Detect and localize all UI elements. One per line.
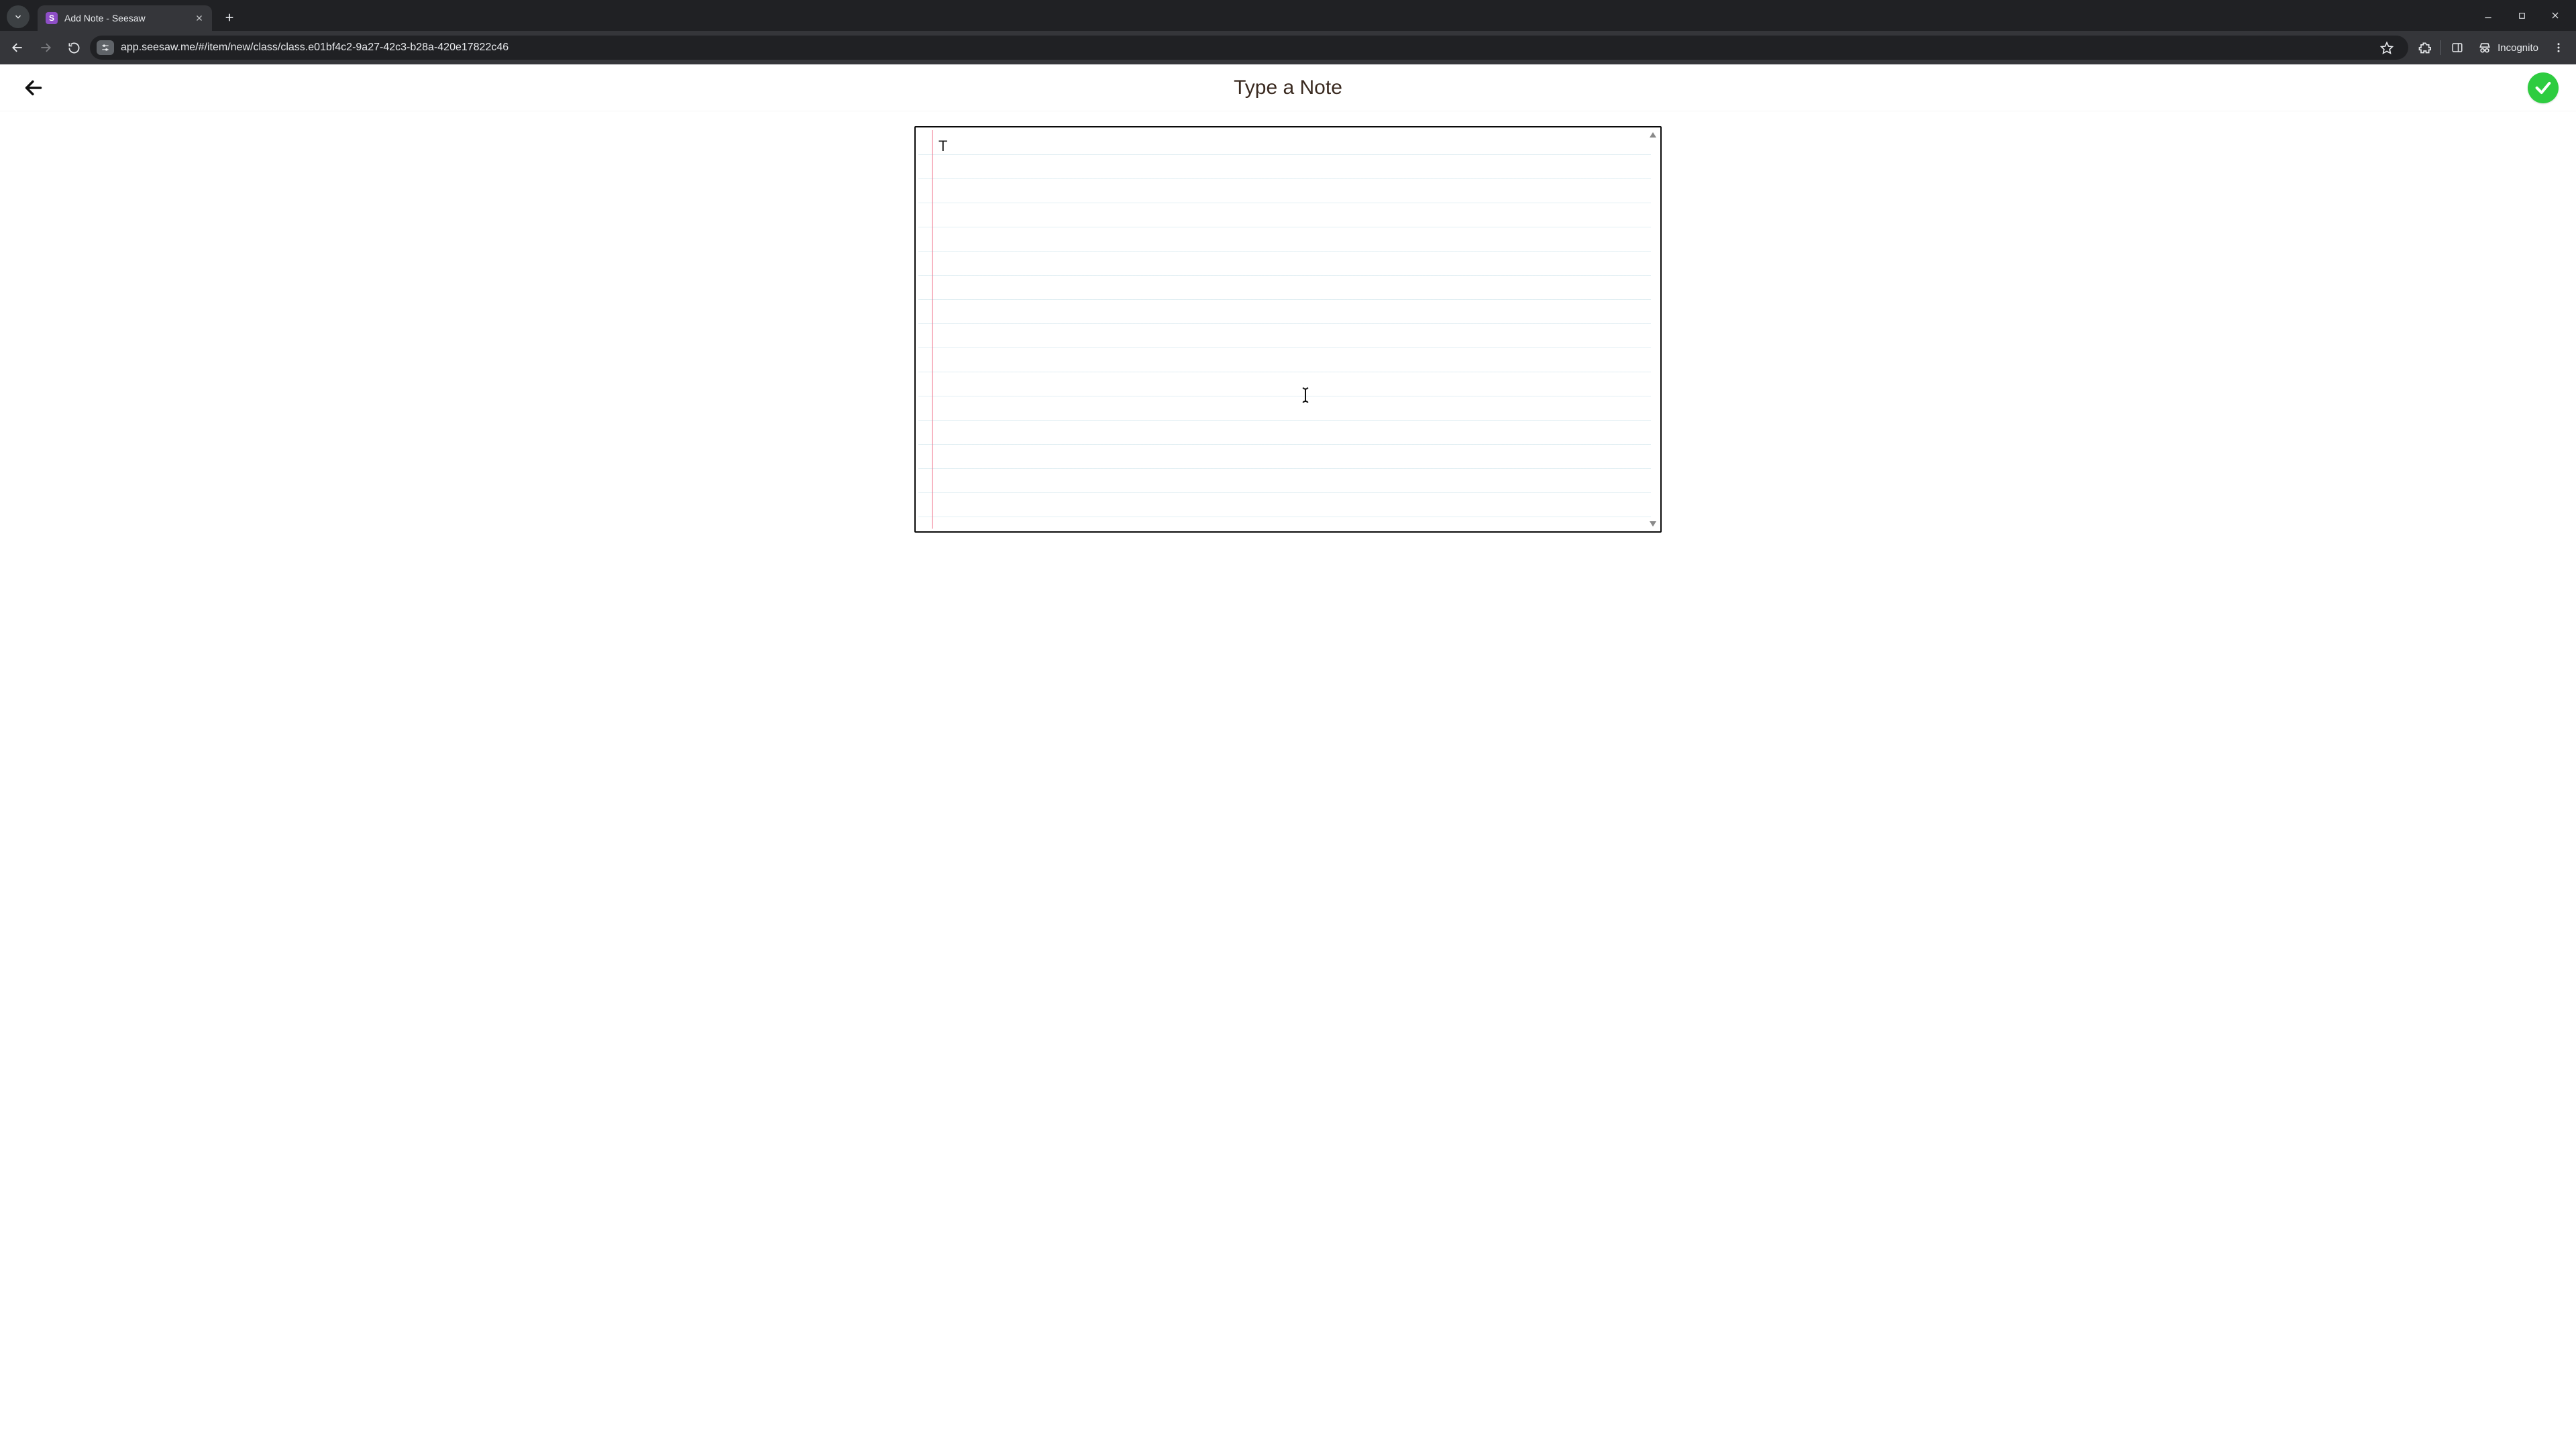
reload-icon: [68, 42, 80, 54]
browser-chrome: S Add Note - Seesaw: [0, 0, 2576, 64]
tab-title: Add Note - Seesaw: [64, 13, 186, 23]
site-info-button[interactable]: [97, 40, 114, 55]
maximize-icon: [2518, 11, 2526, 20]
browser-tab[interactable]: S Add Note - Seesaw: [38, 5, 212, 31]
close-icon: [195, 14, 203, 22]
text-cursor-icon: [1301, 386, 1310, 404]
incognito-label: Incognito: [2498, 42, 2538, 54]
chevron-down-icon: [13, 12, 23, 21]
window-maximize-button[interactable]: [2505, 0, 2538, 31]
sidepanel-icon: [2451, 42, 2463, 54]
back-button[interactable]: [19, 73, 48, 103]
bookmark-button[interactable]: [2375, 36, 2399, 60]
favicon-letter: S: [49, 14, 54, 22]
window-controls: [2471, 0, 2572, 31]
window-minimize-button[interactable]: [2471, 0, 2505, 31]
window-close-button[interactable]: [2538, 0, 2572, 31]
plus-icon: [224, 12, 235, 23]
caret-down-icon: [1650, 521, 1656, 527]
incognito-indicator[interactable]: Incognito: [2473, 41, 2542, 54]
editor-area: [0, 111, 2576, 1449]
kebab-icon: [2553, 42, 2565, 54]
app-viewport: Type a Note: [0, 64, 2576, 1449]
nav-back-button[interactable]: [5, 36, 30, 60]
incognito-icon: [2477, 41, 2492, 54]
nav-forward-button[interactable]: [34, 36, 58, 60]
extensions-button[interactable]: [2412, 36, 2436, 60]
sidepanel-button[interactable]: [2445, 36, 2469, 60]
star-icon: [2380, 41, 2394, 54]
note-paper: [914, 126, 1662, 533]
scroll-down-button[interactable]: [1650, 521, 1656, 527]
new-tab-button[interactable]: [219, 7, 240, 28]
note-textarea[interactable]: [938, 134, 1648, 525]
tab-strip: S Add Note - Seesaw: [0, 0, 2576, 31]
scroll-up-button[interactable]: [1650, 131, 1656, 138]
toolbar-divider: [2440, 40, 2441, 55]
tune-icon: [100, 43, 111, 52]
nav-reload-button[interactable]: [62, 36, 86, 60]
caret-up-icon: [1650, 132, 1656, 138]
address-bar[interactable]: app.seesaw.me/#/item/new/class/class.e01…: [90, 36, 2408, 60]
minimize-icon: [2483, 11, 2493, 20]
browser-toolbar: app.seesaw.me/#/item/new/class/class.e01…: [0, 31, 2576, 64]
app-header: Type a Note: [0, 64, 2576, 111]
url-text[interactable]: app.seesaw.me/#/item/new/class/class.e01…: [121, 42, 2368, 54]
puzzle-icon: [2418, 41, 2431, 54]
browser-menu-button[interactable]: [2546, 36, 2571, 60]
arrow-left-icon: [11, 41, 24, 54]
favicon-icon: S: [46, 12, 58, 24]
tab-close-button[interactable]: [193, 12, 205, 24]
arrow-left-icon: [22, 78, 45, 97]
confirm-button[interactable]: [2528, 72, 2559, 103]
close-icon: [2551, 11, 2560, 20]
address-bar-actions: [2375, 36, 2402, 60]
tab-search-button[interactable]: [7, 5, 30, 28]
page-title: Type a Note: [1234, 78, 1342, 98]
arrow-right-icon: [39, 41, 52, 54]
check-icon: [2534, 78, 2553, 97]
